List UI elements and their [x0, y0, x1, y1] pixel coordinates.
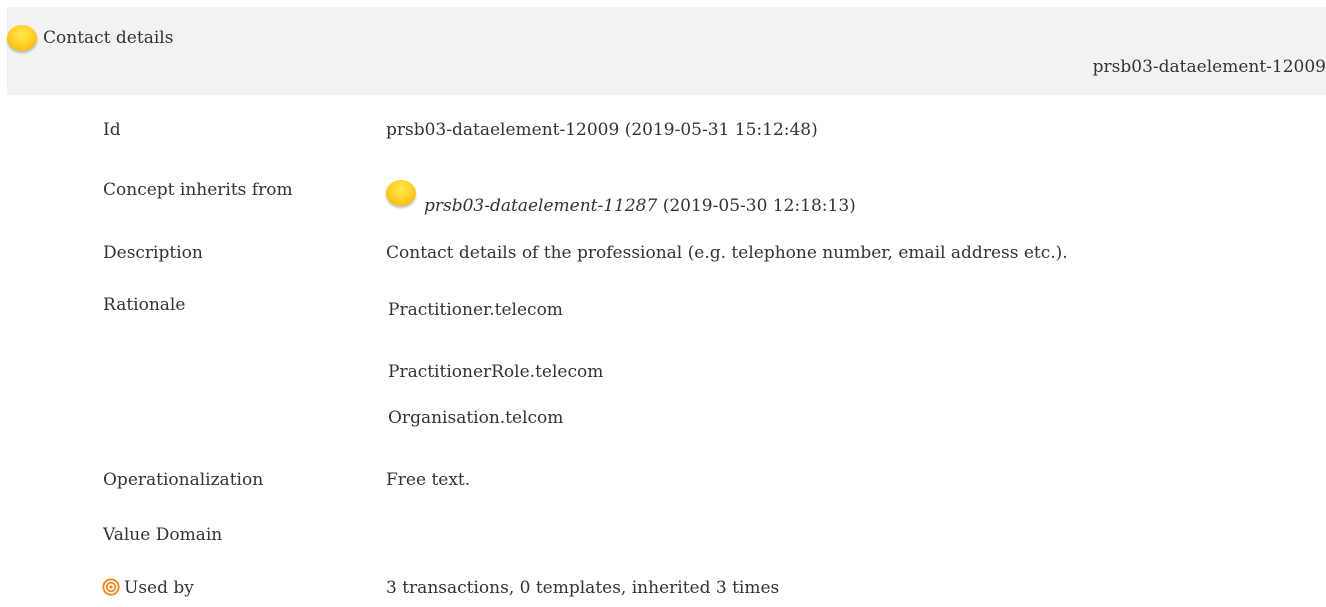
- concept-detail-page: Contact details prsb03-dataelement-12009…: [0, 0, 1326, 607]
- id-value: prsb03-dataelement-12009 (2019-05-31 15:…: [386, 120, 818, 140]
- rationale-line-3: Organisation.telcom: [388, 408, 564, 428]
- value-domain-label: Value Domain: [103, 525, 223, 545]
- concept-title-text: Contact details: [43, 28, 174, 48]
- rationale-line-1: Practitioner.telecom: [388, 300, 563, 320]
- id-label: Id: [103, 120, 121, 140]
- rationale-line-2: PractitionerRole.telecom: [388, 362, 604, 382]
- inherits-link[interactable]: prsb03-dataelement-11287: [424, 196, 657, 216]
- inherits-value: prsb03-dataelement-11287 (2019-05-30 12:…: [386, 180, 856, 216]
- used-by-label-wrap: Used by: [102, 578, 194, 598]
- inherits-label: Concept inherits from: [103, 180, 293, 200]
- used-by-value[interactable]: 3 transactions, 0 templates, inherited 3…: [386, 578, 779, 598]
- description-label: Description: [103, 243, 203, 263]
- concept-header-id: prsb03-dataelement-12009: [1092, 57, 1326, 77]
- used-by-label: Used by: [124, 578, 194, 598]
- rationale-label: Rationale: [103, 295, 186, 315]
- status-dot-icon: [386, 180, 416, 206]
- target-icon: [102, 578, 120, 596]
- inherits-date: (2019-05-30 12:18:13): [657, 196, 856, 216]
- operationalization-label: Operationalization: [103, 470, 264, 490]
- concept-header: Contact details prsb03-dataelement-12009: [7, 7, 1326, 95]
- status-dot-icon: [7, 25, 37, 51]
- operationalization-value: Free text.: [386, 470, 471, 490]
- description-value: Contact details of the professional (e.g…: [386, 243, 1068, 263]
- concept-title: Contact details: [7, 25, 173, 51]
